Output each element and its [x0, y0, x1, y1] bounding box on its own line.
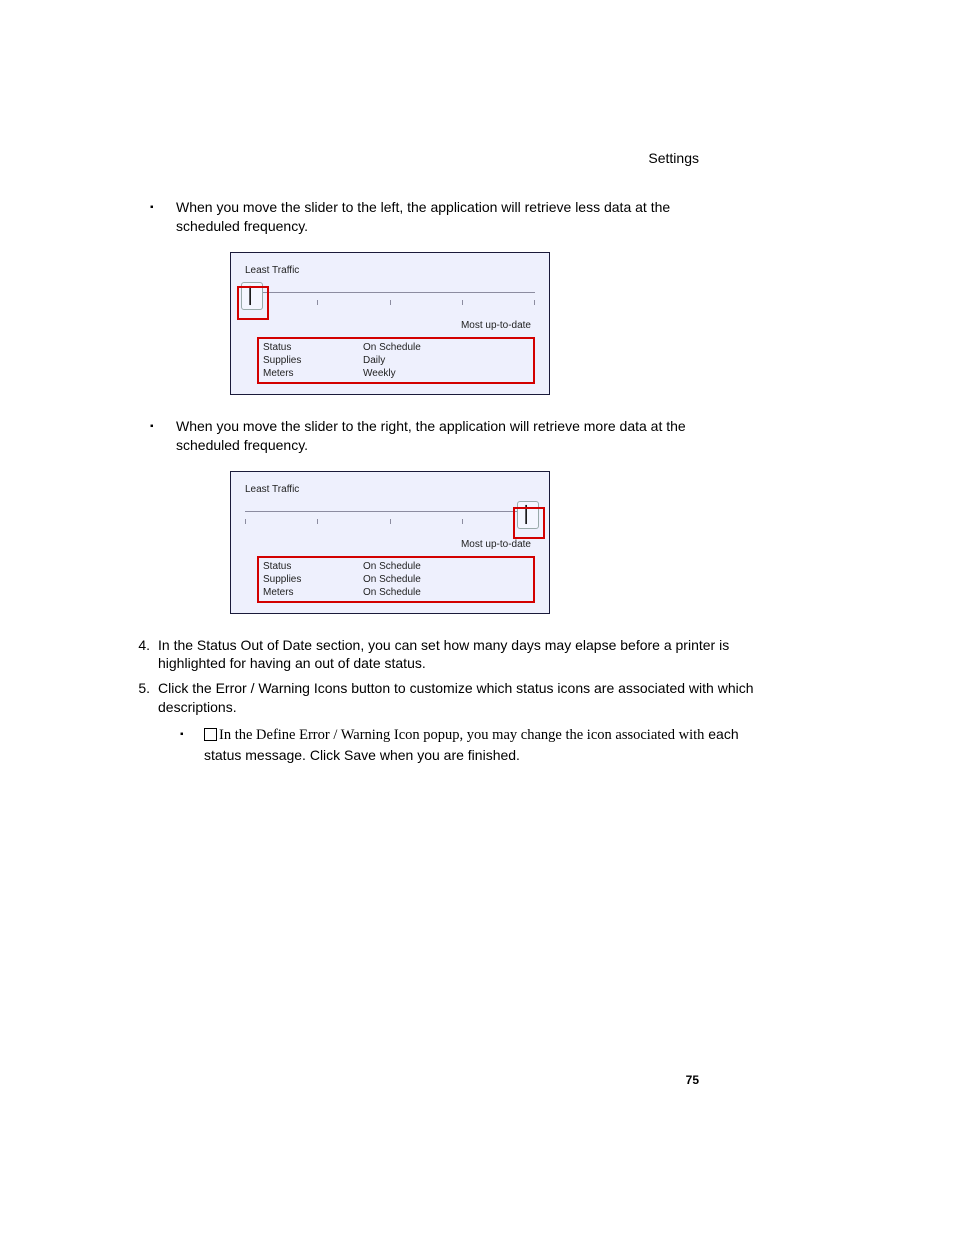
grid-row: Supplies Daily: [263, 354, 529, 367]
settings-grid: Status On Schedule Supplies On Schedule …: [257, 556, 535, 603]
slider-thumb[interactable]: ⎢: [517, 501, 539, 529]
page-number: 75: [686, 1073, 699, 1087]
checkbox-icon: [204, 728, 217, 741]
grid-row: Status On Schedule: [263, 560, 529, 573]
slider-ticks: [245, 519, 535, 524]
bullet-marker: ▪: [150, 198, 176, 215]
most-up-to-date-label: Most up-to-date: [245, 539, 531, 550]
grid-row: Status On Schedule: [263, 341, 529, 354]
bullet-marker: ▪: [150, 417, 176, 434]
grid-row: Supplies On Schedule: [263, 573, 529, 586]
bullet-marker: ▪: [180, 725, 204, 742]
sub-bullet-text: In the Define Error / Warning Icon popup…: [204, 725, 744, 764]
bullet-text: When you move the slider to the left, th…: [176, 198, 736, 236]
step-number: 5.: [120, 679, 158, 698]
grid-label: Status: [263, 342, 363, 353]
document-page: Settings ▪ When you move the slider to t…: [0, 0, 954, 1235]
grid-value: Weekly: [363, 368, 529, 379]
sub-bullet-item: ▪ In the Define Error / Warning Icon pop…: [180, 725, 834, 764]
grid-label: Meters: [263, 587, 363, 598]
bullet-item: ▪ When you move the slider to the right,…: [150, 417, 834, 455]
numbered-step: 5. Click the Error / Warning Icons butto…: [120, 679, 834, 717]
grid-value: On Schedule: [363, 587, 529, 598]
slider-area: ⎢: [245, 282, 535, 316]
slider-figure-right: Least Traffic ⎢ Most up-to-date Status O…: [230, 471, 550, 614]
bullet-text: When you move the slider to the right, t…: [176, 417, 736, 455]
most-up-to-date-label: Most up-to-date: [245, 320, 531, 331]
slider-track: [245, 292, 535, 293]
step-number: 4.: [120, 636, 158, 655]
least-traffic-label: Least Traffic: [245, 484, 535, 495]
least-traffic-label: Least Traffic: [245, 265, 535, 276]
serif-span: In the Define Error / Warning Icon popup…: [219, 727, 704, 743]
grid-value: On Schedule: [363, 574, 529, 585]
grid-row: Meters Weekly: [263, 367, 529, 380]
step-text: Click the Error / Warning Icons button t…: [158, 679, 778, 717]
slider-thumb[interactable]: ⎢: [241, 282, 263, 310]
slider-figure-left: Least Traffic ⎢ Most up-to-date Status O…: [230, 252, 550, 395]
grid-label: Supplies: [263, 355, 363, 366]
grid-value: Daily: [363, 355, 529, 366]
grid-value: On Schedule: [363, 342, 529, 353]
slider-ticks: [245, 300, 535, 305]
slider-track: [245, 511, 535, 512]
numbered-step: 4. In the Status Out of Date section, yo…: [120, 636, 834, 674]
slider-area: ⎢: [245, 501, 535, 535]
grid-label: Meters: [263, 368, 363, 379]
grid-row: Meters On Schedule: [263, 586, 529, 599]
step-text: In the Status Out of Date section, you c…: [158, 636, 778, 674]
settings-grid: Status On Schedule Supplies Daily Meters…: [257, 337, 535, 384]
grid-value: On Schedule: [363, 561, 529, 572]
grid-label: Supplies: [263, 574, 363, 585]
grid-label: Status: [263, 561, 363, 572]
section-header: Settings: [648, 150, 699, 166]
bullet-item: ▪ When you move the slider to the left, …: [150, 198, 834, 236]
